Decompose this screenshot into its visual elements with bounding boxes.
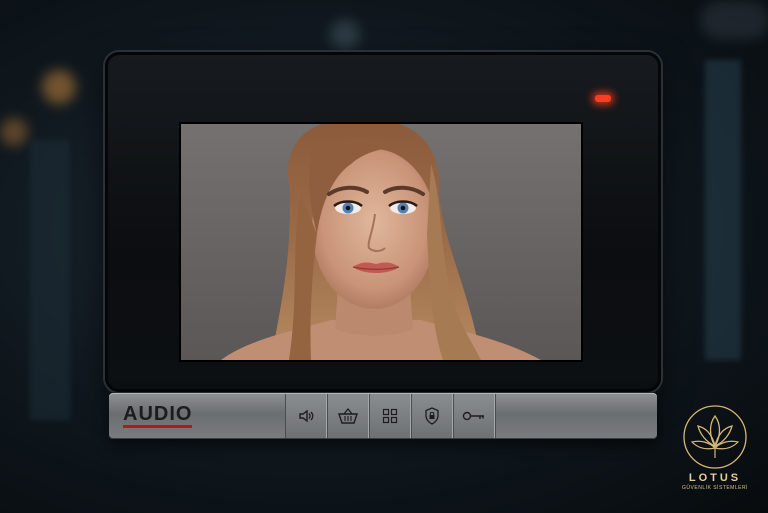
- background-light-streak: [30, 140, 70, 420]
- security-button[interactable]: [411, 394, 453, 438]
- video-intercom-monitor: AUDIO: [105, 52, 661, 444]
- speaker-button[interactable]: [285, 394, 327, 438]
- visitor-face-image: [181, 124, 581, 360]
- menu-button[interactable]: [369, 394, 411, 438]
- monitor-bezel: [105, 52, 661, 392]
- bokeh-light: [0, 118, 28, 146]
- bokeh-light: [700, 0, 768, 40]
- basket-button[interactable]: [327, 394, 369, 438]
- background-light-streak: [705, 60, 741, 360]
- watermark-name: LOTUS: [688, 472, 742, 484]
- speaker-icon: [297, 407, 315, 425]
- unlock-door-button[interactable]: [453, 394, 495, 438]
- watermark-subtitle: GÜVENLİK SİSTEMLERİ: [682, 485, 748, 491]
- bokeh-light: [42, 70, 76, 104]
- shield-lock-icon: [424, 407, 440, 425]
- brand-name: AUDIO: [123, 404, 193, 428]
- company-watermark: LOTUS GÜVENLİK SİSTEMLERİ: [674, 404, 756, 508]
- button-divider: [495, 394, 496, 438]
- lotus-icon: [674, 404, 756, 470]
- basket-icon: [337, 407, 359, 425]
- brand-logo: AUDIO: [123, 403, 205, 429]
- grid-icon: [382, 408, 398, 424]
- key-icon: [462, 410, 486, 422]
- control-panel: AUDIO: [109, 393, 657, 439]
- bokeh-light: [330, 20, 360, 50]
- status-led: [595, 95, 611, 102]
- video-screen[interactable]: [181, 124, 581, 360]
